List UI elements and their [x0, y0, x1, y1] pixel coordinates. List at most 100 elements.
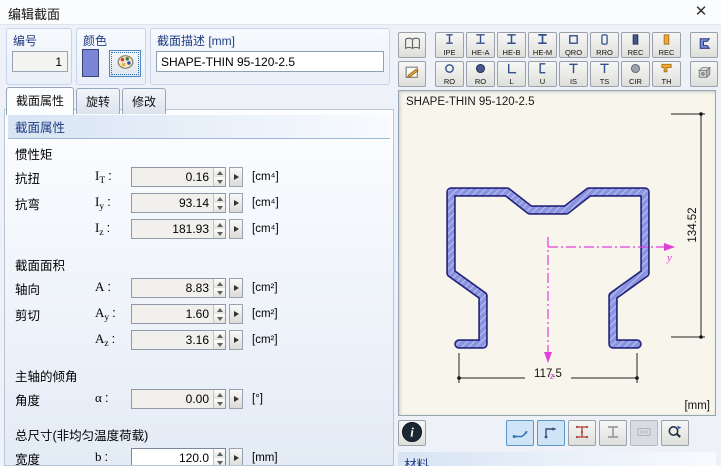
height-dimension-label: 134.52 [687, 207, 699, 242]
profile-toolbar-row-2: RO RO L U IS TS CIR TH [398, 61, 718, 87]
iy-value-field[interactable] [131, 193, 226, 213]
spinner[interactable] [213, 279, 225, 297]
tab-section-properties[interactable]: 截面属性 [6, 87, 74, 115]
spinner[interactable] [213, 220, 225, 238]
spinner[interactable] [213, 331, 225, 349]
profile-hem-button[interactable]: HE-M [528, 32, 557, 58]
title-bar: 编辑截面 ✕ [0, 0, 721, 25]
profile-rec-orange-button[interactable]: REC [652, 32, 681, 58]
iz-value-input[interactable] [132, 220, 225, 238]
spinner[interactable] [213, 305, 225, 323]
square-tube-icon [567, 33, 580, 49]
properties-panel-header: 截面属性 [8, 115, 390, 139]
profile-ro-solid-button[interactable]: RO [466, 61, 495, 87]
flyout-arrow-button[interactable] [229, 304, 243, 324]
alpha-value-input[interactable] [132, 390, 225, 408]
profile-is-button[interactable]: IS [559, 61, 588, 87]
unit-label: [cm⁴] [252, 171, 393, 183]
profile-ro-button[interactable]: RO [435, 61, 464, 87]
section-description-input[interactable] [156, 51, 384, 72]
az-value-field[interactable] [131, 330, 226, 350]
channel-icon [536, 62, 549, 78]
profile-ipe-button[interactable]: IPE [435, 32, 464, 58]
unit-label: [cm⁴] [252, 197, 393, 209]
y-axis-arrow [664, 243, 675, 251]
profile-heb-button[interactable]: HE-B [497, 32, 526, 58]
profile-l-button[interactable]: L [497, 61, 526, 87]
property-row-ay: 剪切 Ay: [cm²] [15, 303, 393, 325]
user-section-button[interactable] [398, 61, 426, 87]
profile-rro-button[interactable]: RRO [590, 32, 619, 58]
spinner[interactable] [213, 449, 225, 466]
symbol-iz: Iz: [95, 220, 131, 238]
flyout-arrow-button[interactable] [229, 167, 243, 187]
section-properties-page: 截面属性 惯性矩 抗扭 IT: [cm⁴] 抗弯 Iy: [cm⁴] Iz: [… [4, 109, 394, 466]
iy-value-input[interactable] [132, 194, 225, 212]
unit-label: [cm²] [252, 282, 393, 294]
spinner[interactable] [213, 390, 225, 408]
i-beam-icon [443, 33, 456, 49]
library-book-icon [404, 36, 421, 54]
i-beam-icon [536, 33, 549, 49]
az-value-input[interactable] [132, 331, 225, 349]
palette-icon [116, 54, 135, 73]
show-stress-points-button[interactable] [568, 420, 596, 446]
flyout-arrow-button[interactable] [229, 448, 243, 466]
profile-hea-button[interactable]: HE-A [466, 32, 495, 58]
i-beam-icon [505, 33, 518, 49]
thin-walled-section-button[interactable] [690, 32, 718, 58]
profile-u-button[interactable]: U [528, 61, 557, 87]
a-value-input[interactable] [132, 279, 225, 297]
info-button[interactable]: i [398, 420, 426, 446]
t-section-icon [598, 62, 611, 78]
profile-ts-button[interactable]: TS [590, 61, 619, 87]
show-profile-outline-button[interactable] [599, 420, 627, 446]
width-b-input[interactable] [132, 449, 225, 466]
flyout-arrow-button[interactable] [229, 330, 243, 350]
numbering-icon [635, 424, 653, 443]
material-section-header: 材料 [398, 452, 716, 466]
unit-label: [°] [252, 393, 393, 405]
it-value-input[interactable] [132, 168, 225, 186]
solid-section-button[interactable] [690, 61, 718, 87]
property-row-iy: 抗弯 Iy: [cm⁴] [15, 192, 393, 214]
alpha-value-field[interactable] [131, 389, 226, 409]
flyout-arrow-button[interactable] [229, 278, 243, 298]
flyout-arrow-button[interactable] [229, 389, 243, 409]
profile-qro-button[interactable]: QRO [559, 32, 588, 58]
width-b-field[interactable] [131, 448, 226, 466]
i-beam-icon [474, 33, 487, 49]
z-axis-label: z [549, 370, 555, 382]
symbol-a: A: [95, 279, 131, 297]
tab-modify[interactable]: 修改 [122, 88, 166, 114]
spinner[interactable] [213, 168, 225, 186]
show-axes-button[interactable] [506, 420, 534, 446]
flyout-arrow-button[interactable] [229, 219, 243, 239]
flyout-arrow-button[interactable] [229, 193, 243, 213]
a-value-field[interactable] [131, 278, 226, 298]
close-button[interactable]: ✕ [691, 2, 711, 22]
profile-th-button[interactable]: TH [652, 61, 681, 87]
symbol-b: b: [95, 449, 131, 466]
show-dimensions-button[interactable] [537, 420, 565, 446]
show-numbering-button[interactable] [630, 420, 658, 446]
tab-rotation[interactable]: 旋转 [76, 88, 120, 114]
color-picker-button[interactable] [109, 50, 141, 77]
section-preview-panel[interactable]: 134.52 117.5 y z SHAPE-THIN 95-120-2.5 [… [398, 90, 716, 416]
angle-icon [505, 62, 518, 78]
section-library-button[interactable] [398, 32, 426, 58]
it-value-field[interactable] [131, 167, 226, 187]
zoom-view-button[interactable] [661, 420, 689, 446]
ay-value-field[interactable] [131, 304, 226, 324]
property-row-alpha: 角度 α: [°] [15, 388, 393, 410]
profile-cir-button[interactable]: CIR [621, 61, 650, 87]
symbol-ay: Ay: [95, 305, 131, 323]
section-number-input[interactable] [12, 51, 68, 72]
ay-value-input[interactable] [132, 305, 225, 323]
color-swatch[interactable] [82, 49, 99, 77]
spinner[interactable] [213, 194, 225, 212]
info-icon: i [401, 421, 423, 446]
profile-rec-button[interactable]: REC [621, 32, 650, 58]
preview-unit-label: [mm] [684, 400, 710, 412]
iz-value-field[interactable] [131, 219, 226, 239]
